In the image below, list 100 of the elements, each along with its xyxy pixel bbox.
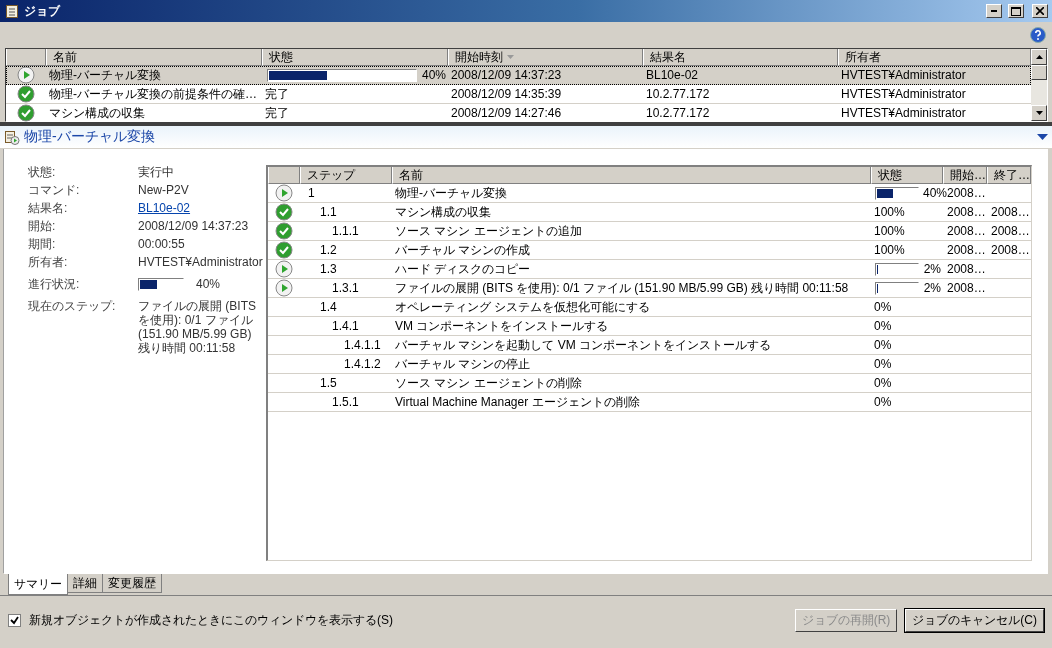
step-number: 1.4.1: [332, 319, 359, 333]
clipboard-icon: [6, 4, 18, 18]
percent-label: 40%: [923, 186, 948, 200]
table-cell: 0%: [874, 357, 892, 371]
check-icon: [17, 85, 35, 103]
table-cell: 2008…: [991, 243, 1030, 257]
table-cell-text: 物理-バーチャル変換: [48, 66, 162, 84]
table-cell-text: 10.2.77.172: [645, 86, 711, 103]
table-cell: バーチャル マシンを起動して VM コンポーネントをインストールする: [395, 336, 771, 354]
column-header[interactable]: 終了…: [987, 167, 1031, 184]
check-icon: [275, 241, 293, 259]
table-cell-text: 10.2.77.172: [645, 105, 711, 122]
table-cell-text: HVTEST¥Administrator: [840, 105, 967, 122]
progress-bar: [875, 281, 919, 295]
result-link[interactable]: BL10e-02: [138, 201, 266, 215]
field-value: ファイルの展開 (BITS を使用): 0/1 ファイル (151.90 MB/5.99 GB) 残り時間 00:11:58: [138, 299, 257, 355]
up-arrow-icon: [1035, 55, 1043, 59]
step-number: 1.4.1.2: [344, 357, 381, 371]
play-icon: [275, 279, 293, 297]
table-cell: ソース マシン エージェントの削除: [395, 374, 582, 392]
table-cell: オペレーティング システムを仮想化可能にする: [395, 298, 651, 316]
check-icon: [275, 222, 293, 240]
scrollbar[interactable]: [1031, 49, 1047, 121]
table-cell: 2008…: [947, 281, 986, 295]
table-cell: 2008…: [991, 205, 1030, 219]
maximize-icon: [1011, 6, 1021, 16]
step-number: 1.5.1: [332, 395, 359, 409]
table-cell-text: 完了: [264, 104, 290, 122]
table-cell: VM コンポーネントをインストールする: [395, 317, 609, 335]
table-row[interactable]: 物理-バーチャル変換 40% 2008/12/09 14:37:23 BL10e-02 HVTEST¥Administrator: [6, 66, 1031, 85]
field-value: New-P2V: [138, 183, 190, 197]
clipboard-icon: [4, 129, 20, 145]
table-cell: マシン構成の収集: [395, 203, 491, 221]
play-icon: [17, 66, 35, 84]
table-cell: ソース マシン エージェントの追加: [395, 222, 582, 240]
table-cell-text: 2008/12/09 14:37:23: [450, 67, 563, 84]
table-cell-text: 完了: [264, 85, 290, 103]
close-button[interactable]: [1032, 4, 1048, 18]
table-row[interactable]: 物理-バーチャル変換の前提条件の確… 完了 2008/12/09 14:35:39 10.2.77.172 HVTEST¥Administrator: [6, 85, 1031, 104]
field-value: 2008/12/09 14:37:23: [138, 219, 250, 233]
tab[interactable]: サマリー: [8, 574, 68, 595]
tab[interactable]: 詳細: [67, 574, 103, 593]
table-cell: 0%: [874, 376, 892, 390]
table-cell: 0%: [874, 338, 892, 352]
table-cell: 2008…: [947, 224, 986, 238]
check-icon: [275, 203, 293, 221]
table-cell: ハード ディスクのコピー: [395, 260, 531, 278]
table-cell: 2008…: [947, 186, 986, 200]
table-cell: 2008…: [991, 224, 1030, 238]
percent-label: 2%: [923, 262, 941, 276]
table-cell: 0%: [874, 395, 892, 409]
scroll-thumb[interactable]: [1031, 65, 1047, 80]
table-cell-text: BL10e-02: [645, 67, 700, 84]
field-label: 所有者:: [28, 255, 69, 269]
step-number: 1: [308, 186, 315, 200]
column-header[interactable]: ステップ: [300, 167, 392, 184]
action-button[interactable]: ジョブのキャンセル(C): [905, 608, 1044, 632]
table-cell: 100%: [874, 205, 905, 219]
field-label: 期間:: [28, 237, 57, 251]
maximize-button[interactable]: [1008, 4, 1024, 18]
table-cell: 物理-バーチャル変換: [395, 184, 507, 202]
table-cell: 2008…: [947, 243, 986, 257]
table-cell: 100%: [874, 224, 905, 238]
step-number: 1.2: [320, 243, 337, 257]
column-header[interactable]: 状態: [871, 167, 943, 184]
field-label: 状態:: [28, 165, 57, 179]
checkbox[interactable]: [8, 613, 21, 627]
step-number: 1.3: [320, 262, 337, 276]
column-header[interactable]: 開始…: [943, 167, 987, 184]
step-number: 1.4: [320, 300, 337, 314]
help-icon[interactable]: [1030, 27, 1046, 43]
table-cell-text: マシン構成の収集: [48, 104, 146, 122]
field-value: HVTEST¥Administrator: [138, 255, 264, 269]
table-cell: バーチャル マシンの停止: [395, 355, 531, 373]
step-number: 1.4.1.1: [344, 338, 381, 352]
field-label: 現在のステップ:: [28, 299, 117, 315]
down-arrow-icon: [1035, 111, 1043, 115]
sort-icon: [507, 55, 514, 59]
progress-bar: [875, 262, 919, 276]
checkbox-label[interactable]: 新規オブジェクトが作成されたときにこのウィンドウを表示する(S): [29, 611, 787, 629]
table-cell: 0%: [874, 300, 892, 314]
percent-label: 40%: [196, 277, 221, 291]
window-title: ジョブ: [24, 2, 62, 20]
table-cell: ファイルの展開 (BITS を使用): 0/1 ファイル (151.90 MB/5.99 GB) 残り時間 00:11:58: [395, 279, 849, 297]
progress-bar: [875, 186, 919, 200]
tab[interactable]: 変更履歴: [102, 574, 162, 593]
table-cell: 100%: [874, 243, 905, 257]
detail-title: 物理-バーチャル変換: [24, 128, 156, 146]
field-label: 開始:: [28, 219, 57, 233]
table-cell-text: 2008/12/09 14:27:46: [450, 105, 563, 122]
minimize-icon: [991, 10, 997, 12]
column-header[interactable]: 名前: [392, 167, 871, 184]
table-cell-text: HVTEST¥Administrator: [840, 86, 967, 103]
play-icon: [275, 184, 293, 202]
table-cell: Virtual Machine Manager エージェントの削除: [395, 393, 640, 411]
collapse-icon[interactable]: [1037, 134, 1048, 140]
step-number: 1.1: [320, 205, 337, 219]
field-value: 00:00:55: [138, 237, 186, 251]
column-header[interactable]: [268, 167, 300, 184]
minimize-button[interactable]: [986, 4, 1002, 18]
